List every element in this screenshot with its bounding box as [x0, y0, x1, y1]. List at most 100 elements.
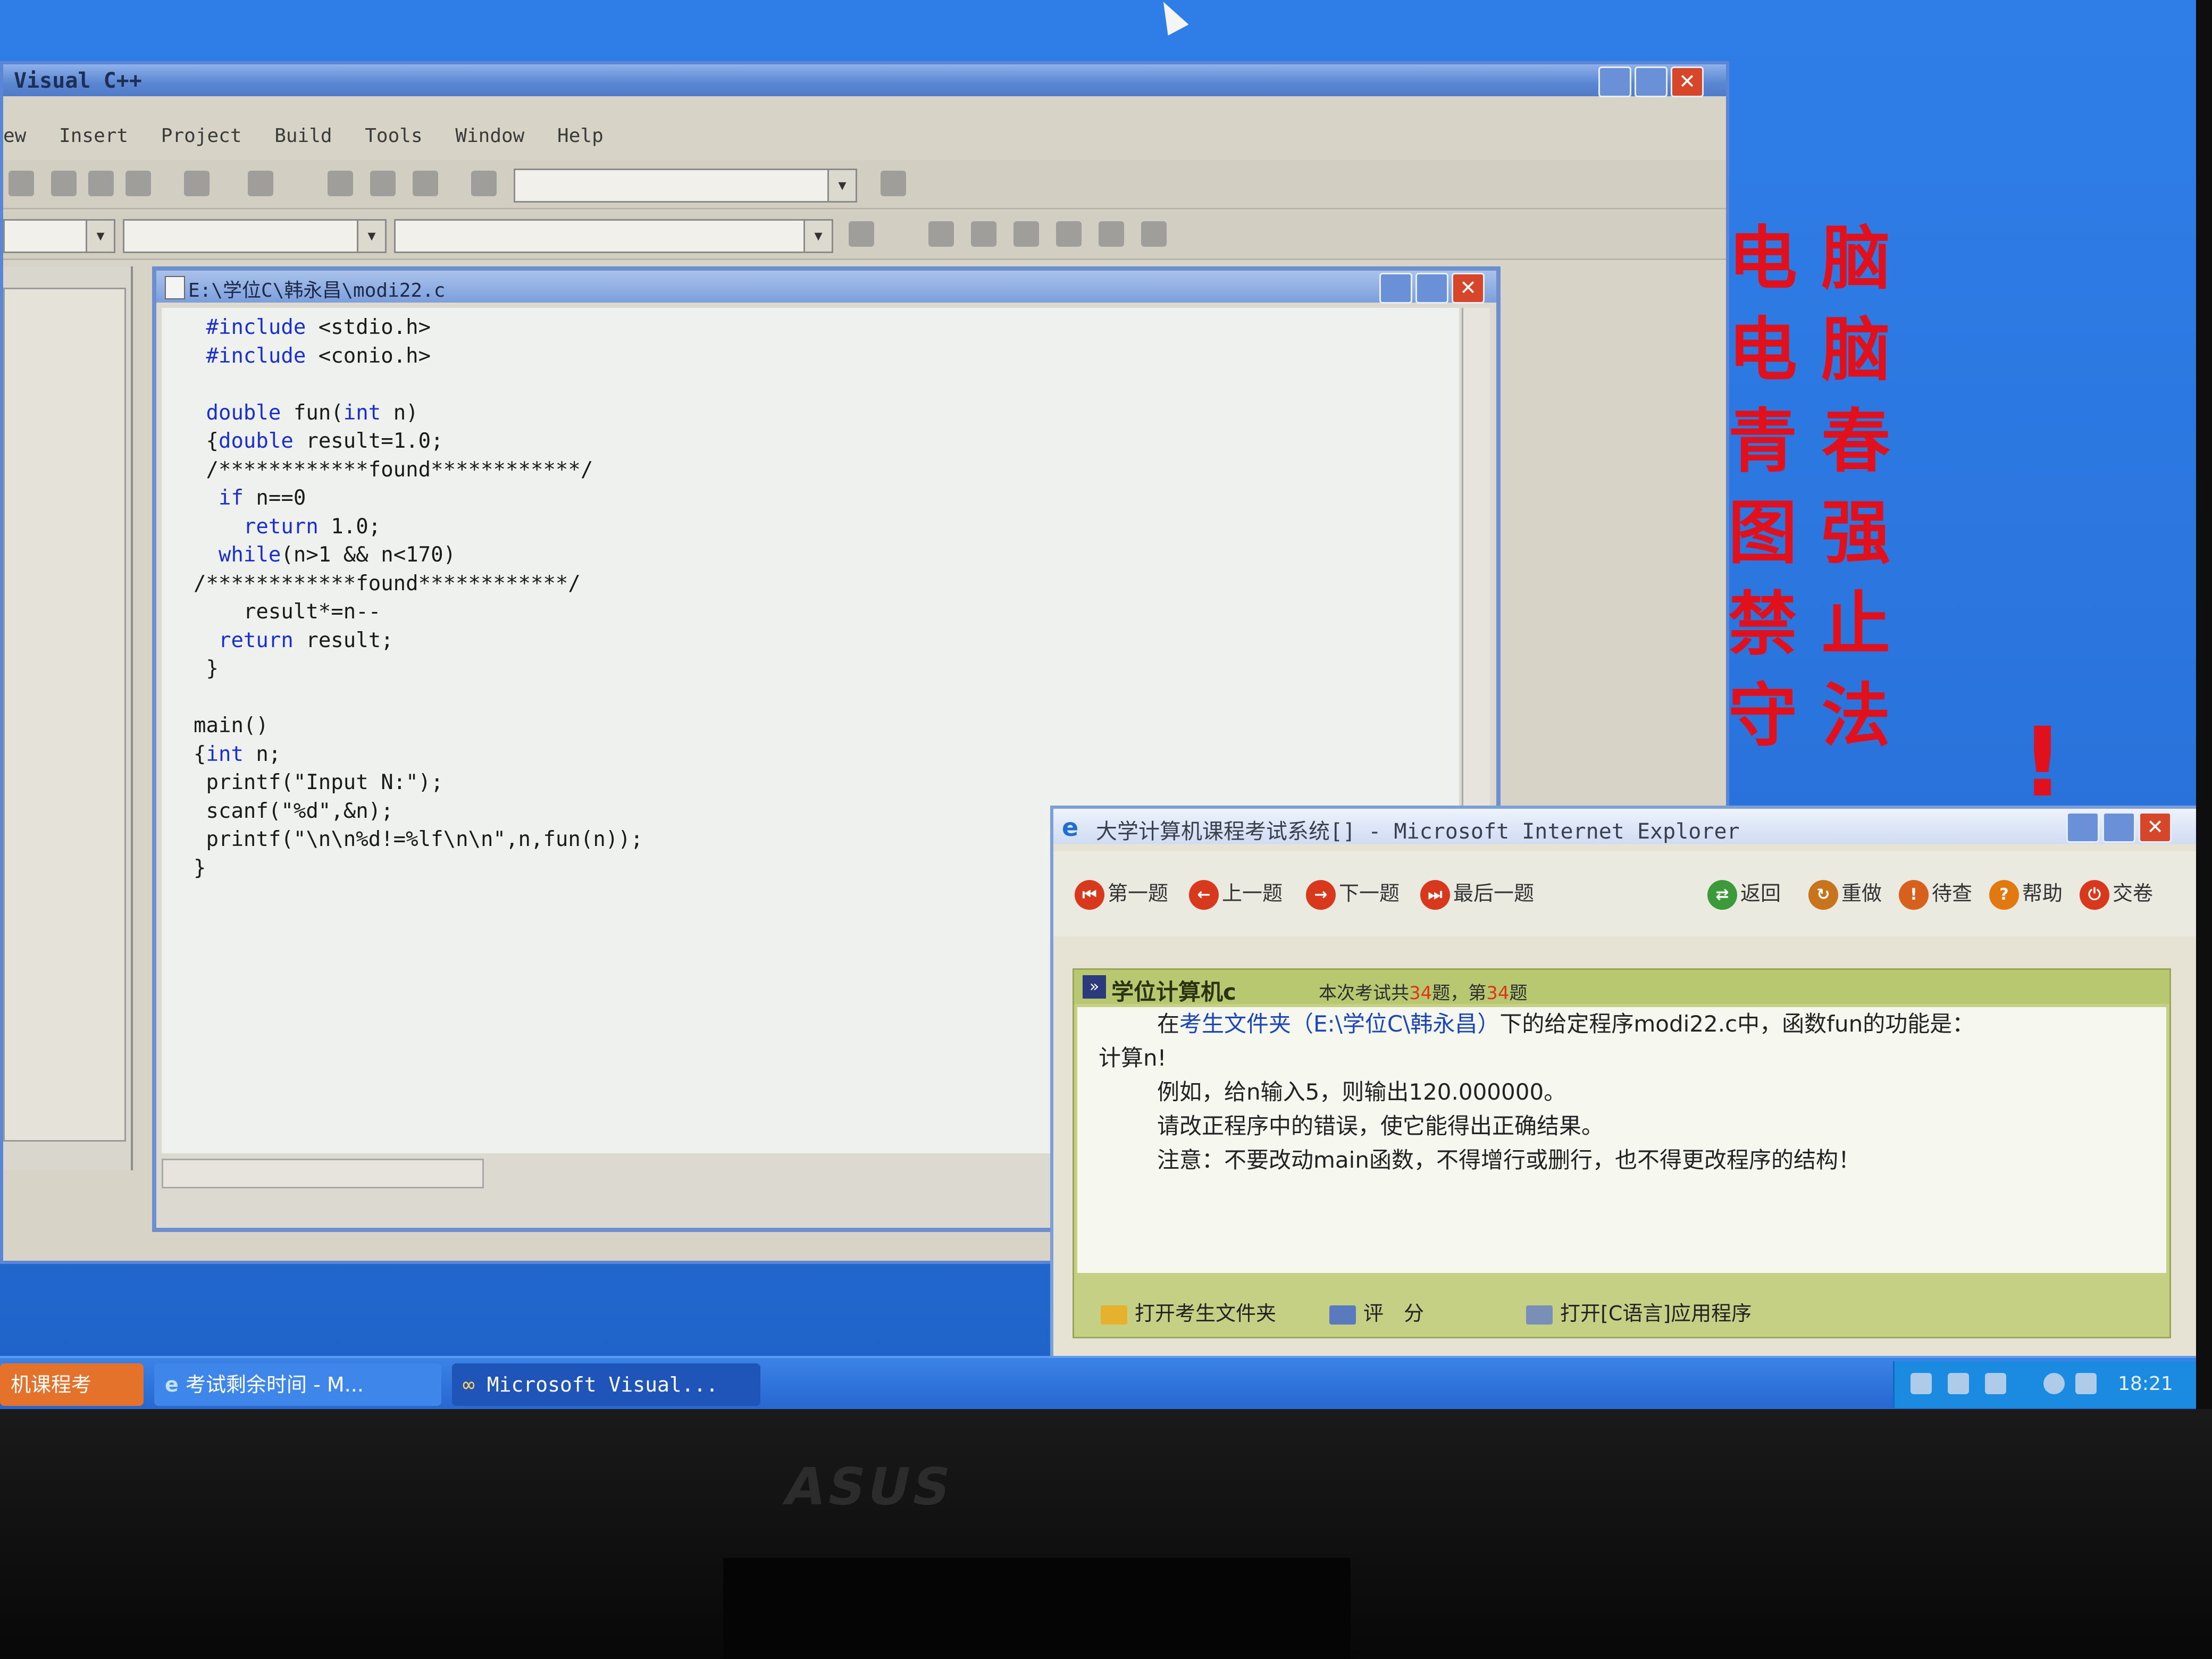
- redo-icon[interactable]: [248, 171, 273, 196]
- redo-button[interactable]: ↻ 重做: [1808, 877, 1882, 914]
- menu-item-help[interactable]: Help: [557, 125, 604, 147]
- cut-icon[interactable]: [51, 171, 77, 196]
- taskbar-item-visual-cpp[interactable]: ∞ Microsoft Visual...: [452, 1363, 760, 1406]
- wizard-toolbar: ▾ ▾ ▾: [3, 211, 1726, 260]
- back-button[interactable]: ⇄ 返回: [1707, 877, 1781, 914]
- submit-button[interactable]: ⏻ 交卷: [2080, 877, 2153, 914]
- code-line: }: [194, 657, 219, 681]
- grade-button[interactable]: 评 分: [1329, 1297, 1424, 1326]
- window-list-icon[interactable]: [413, 171, 438, 196]
- build-icon[interactable]: [971, 221, 996, 247]
- chevron-down-icon[interactable]: ▾: [86, 219, 115, 253]
- vc-menu-bar: ew Insert Project Build Tools Window Hel…: [3, 118, 1726, 155]
- exam-folder-link[interactable]: 考生文件夹（E:\学位C\韩永昌）: [1179, 1011, 1499, 1037]
- next-question-button[interactable]: → 下一题: [1306, 877, 1400, 914]
- taskbar-item-time-remaining[interactable]: e 考试剩余时间 - M...: [154, 1363, 441, 1406]
- last-question-button[interactable]: ⏭ 最后一题: [1420, 877, 1534, 914]
- menu-item-view[interactable]: ew: [3, 125, 26, 147]
- editor-maximize-button[interactable]: [1415, 273, 1448, 304]
- chevron-down-icon[interactable]: ▾: [803, 219, 833, 253]
- workspace-icon[interactable]: [328, 171, 353, 196]
- open-exam-folder-button[interactable]: 打开考生文件夹: [1101, 1297, 1276, 1326]
- power-icon: ⏻: [2080, 879, 2109, 910]
- menu-item-tools[interactable]: Tools: [365, 125, 422, 147]
- question-line-5: 注意：不要改动main函数，不得增行或删行，也不得更改程序的结构！: [1157, 1147, 1861, 1173]
- code-line: result*=n--: [194, 600, 381, 624]
- notice-exclamation: !: [2021, 707, 2065, 818]
- notice-line: 电 脑: [1728, 309, 1891, 390]
- grade-sheet-icon: [1329, 1305, 1356, 1325]
- question-line-2: 计算n!: [1099, 1045, 1167, 1071]
- paste-icon[interactable]: [125, 171, 151, 196]
- ie-maximize-button[interactable]: [2102, 812, 2135, 843]
- question-panel: » 学位计算机c 本次考试共34题，第34题 在考生文件夹（E:\学位C\韩永昌…: [1073, 968, 2171, 1338]
- flag-icon: !: [1899, 879, 1929, 910]
- notice-line: 电 脑: [1728, 217, 1891, 299]
- help-button[interactable]: ? 帮助: [1989, 877, 2063, 914]
- find-in-files-icon[interactable]: [471, 171, 497, 196]
- taskbar-item-exam-system[interactable]: 机课程考: [0, 1363, 144, 1406]
- question-header: » 学位计算机c 本次考试共34题，第34题: [1074, 970, 2169, 1005]
- notice-line: 青 春: [1728, 400, 1891, 482]
- network-icon[interactable]: [1911, 1373, 1932, 1394]
- double-chevron-icon: »: [1083, 975, 1106, 999]
- code-line: if n==0: [218, 486, 306, 510]
- execute-icon[interactable]: [1056, 221, 1082, 247]
- help-tray-icon[interactable]: [1948, 1373, 1969, 1394]
- menu-item-build[interactable]: Build: [274, 125, 332, 147]
- application-window-icon: [1526, 1305, 1553, 1325]
- return-arrows-icon: ⇄: [1707, 879, 1737, 910]
- ie-exam-window: e 大学计算机课程考试系统[] - Microsoft Internet Exp…: [1050, 806, 2196, 1362]
- compile-icon[interactable]: [928, 221, 954, 247]
- maximize-button[interactable]: [1635, 66, 1668, 97]
- close-button[interactable]: ✕: [1671, 66, 1704, 97]
- pending-button[interactable]: ! 待查: [1899, 877, 1972, 914]
- security-icon[interactable]: [2075, 1373, 2097, 1394]
- horizontal-scrollbar[interactable]: [162, 1159, 484, 1188]
- workspace-tree[interactable]: [3, 288, 126, 1142]
- code-line: #include <conio.h>: [206, 343, 431, 368]
- prev-question-button[interactable]: ← 上一题: [1189, 877, 1283, 914]
- monitor-stand: [723, 1558, 1351, 1659]
- question-line-3: 例如，给n输入5，则输出120.000000。: [1157, 1079, 1566, 1105]
- menu-item-insert[interactable]: Insert: [59, 125, 128, 147]
- ie-close-button[interactable]: ✕: [2139, 812, 2172, 843]
- ie-title-bar[interactable]: e 大学计算机课程考试系统[] - Microsoft Internet Exp…: [1053, 809, 2196, 844]
- go-icon[interactable]: [1099, 221, 1124, 247]
- chevron-left-icon[interactable]: [2043, 1373, 2065, 1394]
- chevron-down-icon[interactable]: ▾: [827, 169, 857, 203]
- editor-minimize-button[interactable]: [1379, 273, 1412, 304]
- filter-combo[interactable]: ▾: [123, 219, 387, 253]
- class-combo[interactable]: ▾: [3, 219, 115, 253]
- menu-item-window[interactable]: Window: [455, 125, 524, 147]
- code-line: main(): [194, 714, 269, 738]
- find-combo[interactable]: ▾: [514, 169, 857, 203]
- first-question-button[interactable]: ⏮ 第一题: [1075, 877, 1168, 914]
- editor-close-button[interactable]: ✕: [1452, 273, 1485, 304]
- save-icon[interactable]: [9, 171, 34, 196]
- workspace-panel: [3, 266, 133, 1170]
- menu-item-project[interactable]: Project: [161, 125, 242, 147]
- notice-line: 图 强: [1728, 492, 1891, 573]
- code-line: {int n;: [194, 742, 281, 766]
- find-icon[interactable]: [881, 171, 906, 196]
- breakpoint-icon[interactable]: [1141, 221, 1167, 247]
- volume-icon[interactable]: [1985, 1373, 2006, 1394]
- mouse-cursor-icon: [1153, 0, 1189, 36]
- members-combo[interactable]: ▾: [394, 219, 833, 253]
- clock: 18:21: [2118, 1373, 2173, 1395]
- minimize-button[interactable]: [1598, 66, 1631, 97]
- output-icon[interactable]: [370, 171, 396, 196]
- vc-title-bar[interactable]: Visual C++ ✕: [3, 64, 1726, 97]
- code-line: printf("Input N:");: [194, 770, 443, 794]
- stop-build-icon[interactable]: [1013, 221, 1039, 247]
- chevron-down-icon[interactable]: ▾: [357, 219, 387, 253]
- undo-icon[interactable]: [184, 171, 210, 196]
- editor-title-bar[interactable]: E:\学位C\韩永昌\modi22.c ✕: [156, 271, 1496, 304]
- taskbar: 机课程考 e 考试剩余时间 - M... ∞ Microsoft Visual.…: [0, 1356, 2196, 1409]
- ie-minimize-button[interactable]: [2066, 812, 2099, 843]
- copy-icon[interactable]: [88, 171, 114, 196]
- open-c-app-button[interactable]: 打开[C语言]应用程序: [1526, 1297, 1752, 1326]
- wizard-action-icon[interactable]: [849, 221, 874, 247]
